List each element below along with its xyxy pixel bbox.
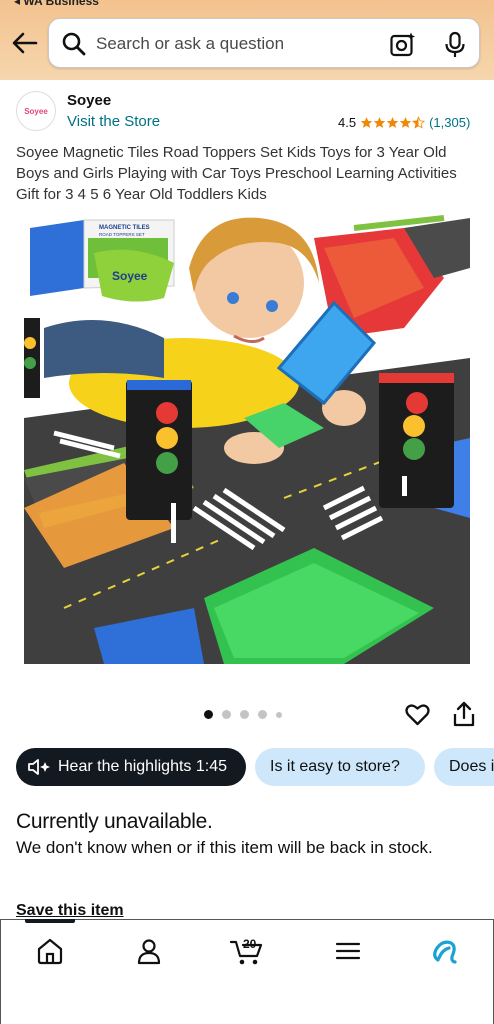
star-icon [373, 117, 386, 128]
question-chip-partial[interactable]: Does i [434, 748, 494, 786]
carousel-dot[interactable] [258, 710, 267, 719]
speaker-sparkle-icon [28, 759, 50, 775]
home-icon[interactable] [35, 936, 65, 966]
heart-icon[interactable] [404, 701, 431, 728]
search-input[interactable]: Search or ask a question [96, 34, 284, 54]
carousel-dot[interactable] [240, 710, 249, 719]
header: ◂ WA Business Search or ask a question [0, 0, 494, 80]
back-arrow-icon[interactable] [10, 28, 40, 58]
box-subtitle-text: ROAD TOPPERS SET [99, 232, 145, 237]
availability-title: Currently unavailable. [16, 810, 213, 833]
question-chip-storage[interactable]: Is it easy to store? [255, 748, 425, 786]
search-bar[interactable]: Search or ask a question [48, 18, 480, 68]
hear-highlights-button[interactable]: Hear the highlights 1:45 [16, 748, 246, 786]
star-icon [399, 117, 412, 128]
image-carousel-dots[interactable] [204, 710, 282, 719]
camera-search-icon[interactable] [389, 31, 417, 59]
rating-count[interactable]: (1,305) [429, 115, 470, 130]
hear-highlights-label: Hear the highlights 1:45 [58, 758, 227, 775]
bag-label-text: Soyee [112, 269, 148, 283]
product-image[interactable]: MAGNETIC TILES ROAD TOPPERS SET Soyee [24, 208, 470, 664]
seller-name: Soyee [67, 92, 112, 109]
microphone-icon[interactable] [443, 31, 467, 59]
save-item-link[interactable]: Save this item [16, 902, 124, 920]
star-icon [360, 117, 373, 128]
rating-value: 4.5 [338, 115, 357, 130]
share-icon[interactable] [452, 701, 476, 728]
account-icon[interactable] [134, 936, 164, 966]
carousel-dot[interactable] [222, 710, 231, 719]
availability-message: We don't know when or if this item will … [16, 838, 433, 857]
nav-active-indicator [25, 919, 75, 923]
carousel-dot[interactable] [204, 710, 213, 719]
carousel-dot[interactable] [276, 711, 282, 718]
rating-stars [360, 116, 426, 129]
product-title: Soyee Magnetic Tiles Road Toppers Set Ki… [16, 144, 457, 203]
half-star-icon [412, 116, 426, 129]
search-icon [62, 32, 86, 56]
bottom-nav: 20 [0, 919, 494, 1024]
star-icon [386, 117, 399, 128]
seller-logo[interactable]: Soyee [16, 91, 56, 131]
seller-logo-text: Soyee [24, 106, 48, 116]
cart-count-badge: 20 [243, 937, 257, 951]
box-title-text: MAGNETIC TILES [99, 225, 150, 231]
visit-store-link[interactable]: Visit the Store [67, 113, 160, 130]
rufus-icon[interactable] [429, 936, 459, 966]
menu-icon[interactable] [333, 936, 363, 966]
product-photo: MAGNETIC TILES ROAD TOPPERS SET Soyee [24, 208, 470, 664]
back-to-app-link[interactable]: ◂ WA Business [14, 0, 99, 8]
rating[interactable]: 4.5 (1,305) [338, 115, 470, 130]
